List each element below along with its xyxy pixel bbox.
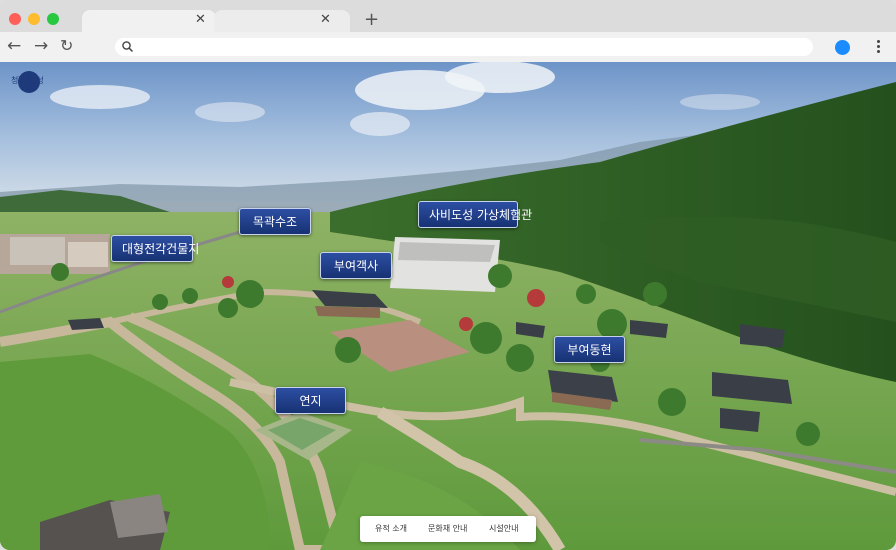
tab-close-icon[interactable]: ✕ [195, 12, 206, 28]
map-label-buyeo-gaeksa[interactable]: 부여객사 [320, 252, 392, 279]
back-button[interactable]: ← [7, 36, 21, 56]
map-label-buyeo-donghyeon[interactable]: 부여동현 [554, 336, 625, 363]
map-label-daehyeong-jeongak[interactable]: 대형전각건물지 [111, 235, 199, 262]
reload-button[interactable]: ↻ [60, 36, 73, 56]
map-label-sabi-experience-hall[interactable]: 사비도성 가상체험관 [418, 201, 532, 228]
search-icon [122, 41, 134, 53]
browser-tab-2[interactable]: ✕ [214, 10, 350, 32]
site-logo[interactable]: 청풍나루성 [8, 70, 48, 94]
close-window-button[interactable] [9, 13, 21, 25]
tab-close-icon[interactable]: ✕ [320, 12, 331, 28]
browser-tab-1[interactable]: ✕ [82, 10, 216, 32]
nav-site-intro[interactable]: 유적 소개 [375, 523, 407, 534]
bottom-nav: 유적 소개 문화재 안내 시설안내 [360, 516, 536, 542]
browser-window: ✕ ✕ + ← → ↻ 청풍나루성 목곽수조 사비도성 가상체험관 대형전각건물… [0, 0, 896, 550]
new-tab-button[interactable]: + [364, 10, 379, 30]
logo-text: 청풍나루성 [11, 76, 44, 85]
profile-avatar[interactable] [835, 40, 850, 55]
aerial-panorama[interactable] [0, 62, 896, 550]
nav-facility-guide[interactable]: 시설안내 [489, 523, 518, 534]
nav-heritage-guide[interactable]: 문화재 안내 [428, 523, 467, 534]
forward-button[interactable]: → [34, 36, 48, 56]
minimize-window-button[interactable] [28, 13, 40, 25]
browser-toolbar: ← → ↻ [0, 32, 896, 62]
map-label-yeonji[interactable]: 연지 [275, 387, 346, 414]
maximize-window-button[interactable] [47, 13, 59, 25]
more-menu-icon[interactable] [872, 39, 886, 55]
address-bar[interactable] [115, 38, 813, 56]
tab-strip: ✕ ✕ + [0, 0, 896, 32]
map-label-mokgwak-suzo[interactable]: 목곽수조 [239, 208, 311, 235]
page-content: 청풍나루성 목곽수조 사비도성 가상체험관 대형전각건물지 부여객사 부여동현 … [0, 62, 896, 550]
